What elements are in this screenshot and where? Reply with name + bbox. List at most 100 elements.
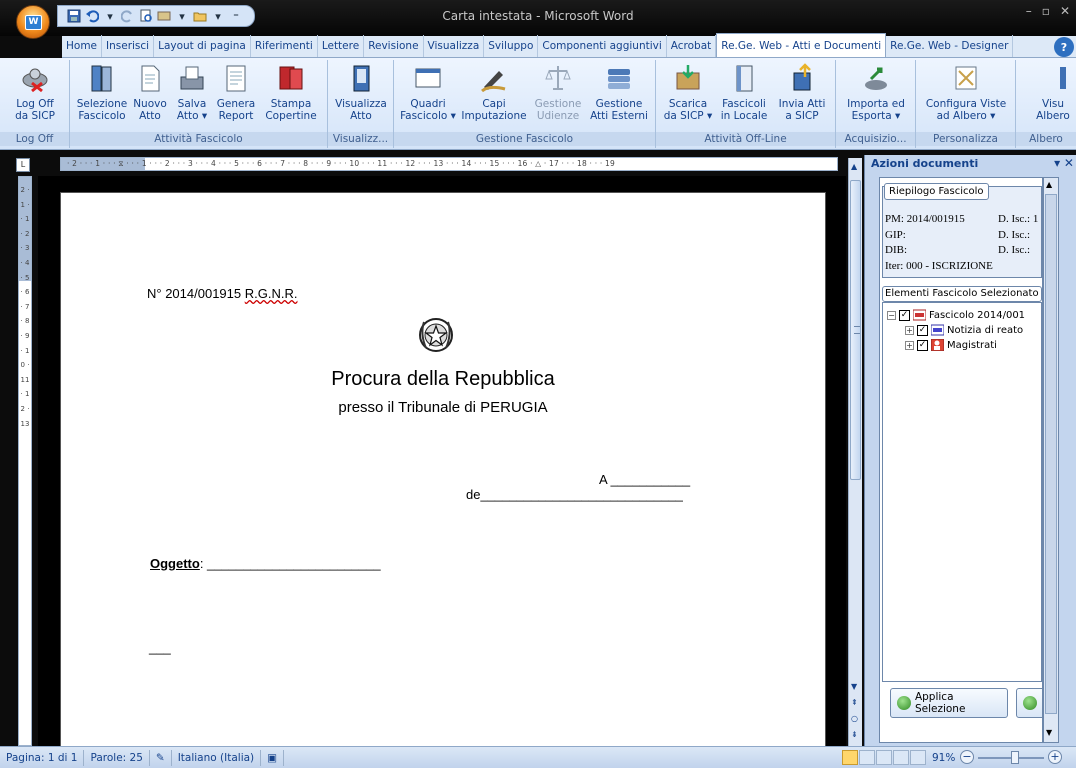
outline-view-icon[interactable]: [893, 750, 909, 765]
zoom-slider-knob[interactable]: [1011, 751, 1019, 764]
checkbox-checked-icon[interactable]: ✓: [917, 324, 928, 336]
expand-icon[interactable]: +: [905, 325, 914, 335]
rgnr-line[interactable]: N° 2014/001915 R.G.N.R.: [147, 286, 297, 301]
body-placeholder: ___: [149, 640, 171, 655]
applica-selezione-button[interactable]: Applica Selezione: [890, 688, 1008, 718]
next-page-icon[interactable]: ⇟: [851, 730, 858, 739]
visualizza-albero-button[interactable]: Visu Albero: [1030, 62, 1076, 130]
notizia-reato-icon: [931, 324, 944, 336]
recipient-line: A ___________: [599, 472, 691, 487]
page-count[interactable]: Pagina: 1 di 1: [0, 749, 85, 766]
scarica-sicp-button[interactable]: Scarica da SICP ▾: [660, 62, 716, 130]
tab-layout[interactable]: Layout di pagina: [154, 35, 251, 57]
tab-componenti[interactable]: Componenti aggiuntivi: [538, 35, 667, 57]
dropdown-arrow-icon[interactable]: ▾: [210, 8, 226, 24]
scroll-down-icon[interactable]: ▼: [1046, 728, 1052, 737]
zoom-level[interactable]: 91%: [932, 750, 955, 766]
layout-icon[interactable]: [156, 8, 172, 24]
group-label: Albero: [1016, 132, 1076, 146]
fascicolo-tree[interactable]: − ✓ Fascicolo 2014/001 + ✓ Notizia di re…: [882, 302, 1042, 682]
document-scrollbar[interactable]: ▲ ▼ ⇞ ○ ⇟: [848, 158, 862, 746]
republic-emblem-icon: [419, 318, 453, 352]
browse-object-icon[interactable]: ○: [851, 714, 858, 723]
selezione-fascicolo-button[interactable]: Selezione Fascicolo: [76, 62, 128, 130]
customize-qat-icon[interactable]: ⁼: [228, 8, 244, 24]
scroll-down-icon[interactable]: ▼: [851, 682, 857, 691]
iter-row: Iter: 000 - ISCRIZIONE: [885, 259, 993, 272]
horizontal-ruler[interactable]: · 2 · · · 1 · · · ⧖ · · · 1 · · · 2 · · …: [60, 157, 838, 171]
genera-report-button[interactable]: Genera Report: [214, 62, 258, 130]
tab-stop-selector[interactable]: L: [16, 158, 30, 172]
document-page[interactable]: N° 2014/001915 R.G.N.R. Procura della Re…: [60, 192, 826, 746]
view-buttons: [842, 750, 926, 765]
zoom-out-icon[interactable]: −: [960, 750, 974, 764]
tab-home[interactable]: Home: [62, 35, 103, 57]
secondary-action-button[interactable]: [1016, 688, 1042, 718]
report-icon: [220, 62, 252, 94]
tree-root[interactable]: − ✓ Fascicolo 2014/001: [887, 309, 1025, 321]
checkbox-checked-icon[interactable]: ✓: [917, 339, 928, 351]
nuovo-atto-button[interactable]: Nuovo Atto: [130, 62, 170, 130]
tree-child-magistrati[interactable]: + ✓ Magistrati: [905, 339, 997, 351]
dropdown-arrow-icon[interactable]: ▾: [174, 8, 190, 24]
visualizza-atto-button[interactable]: Visualizza Atto: [332, 62, 390, 130]
capi-imputazione-button[interactable]: Capi Imputazione: [461, 62, 527, 130]
importa-esporta-button[interactable]: Importa ed Esporta ▾: [840, 62, 912, 130]
configura-viste-button[interactable]: Configura Viste ad Albero ▾: [920, 62, 1012, 130]
print-preview-icon[interactable]: [138, 8, 154, 24]
stampa-copertine-button[interactable]: Stampa Copertine: [260, 62, 322, 130]
invia-atti-button[interactable]: Invia Atti a SICP: [774, 62, 830, 130]
tab-lettere[interactable]: Lettere: [318, 35, 365, 57]
full-screen-view-icon[interactable]: [859, 750, 875, 765]
tree-child-notizia[interactable]: + ✓ Notizia di reato: [905, 324, 1023, 336]
tab-designer[interactable]: Re.Ge. Web - Designer: [886, 35, 1014, 57]
tab-acrobat[interactable]: Acrobat: [667, 35, 717, 57]
dropdown-arrow-icon[interactable]: ▾: [102, 8, 118, 24]
word-window: – ▫ ✕ Carta intestata - Microsoft Word ▾…: [0, 0, 1076, 768]
checkbox-checked-icon[interactable]: ✓: [899, 309, 910, 321]
redo-icon[interactable]: [120, 8, 136, 24]
salva-atto-button[interactable]: Salva Atto ▾: [172, 62, 212, 130]
expand-icon[interactable]: +: [905, 340, 914, 350]
pane-scrollbar[interactable]: ▲ ▼: [1043, 177, 1059, 743]
previous-page-icon[interactable]: ⇞: [851, 698, 858, 707]
save-icon[interactable]: [66, 8, 82, 24]
scroll-up-icon[interactable]: ▲: [1046, 180, 1052, 189]
gestione-udienze-button[interactable]: Gestione Udienze: [530, 62, 586, 130]
grip-icon: [854, 326, 860, 334]
folder-icon[interactable]: [192, 8, 208, 24]
office-button[interactable]: W: [16, 5, 50, 39]
zoom-in-icon[interactable]: +: [1048, 750, 1062, 764]
macro-record[interactable]: ▣: [261, 749, 285, 766]
vertical-ruler[interactable]: 2 · 1 · · 1 · 2 · 3 · 4 · 5 · 6 · 7 · 8 …: [18, 176, 32, 746]
web-layout-view-icon[interactable]: [876, 750, 892, 765]
pane-scrollbar-thumb[interactable]: [1045, 194, 1057, 714]
window-panel-icon: [412, 62, 444, 94]
tab-inserisci[interactable]: Inserisci: [102, 35, 155, 57]
tab-revisione[interactable]: Revisione: [364, 35, 424, 57]
log-off-button[interactable]: Log Off da SICP: [4, 62, 66, 130]
language[interactable]: Italiano (Italia): [172, 749, 262, 766]
rgnr-suffix: R.G.N.R.: [244, 286, 298, 301]
scroll-up-icon[interactable]: ▲: [851, 162, 857, 171]
tab-visualizza[interactable]: Visualizza: [424, 35, 485, 57]
draft-view-icon[interactable]: [910, 750, 926, 765]
help-icon[interactable]: ?: [1054, 37, 1074, 57]
gestione-atti-esterni-button[interactable]: Gestione Atti Esterni: [588, 62, 650, 130]
collapse-icon[interactable]: −: [887, 310, 896, 320]
word-count[interactable]: Parole: 25: [84, 749, 150, 766]
tab-riferimenti[interactable]: Riferimenti: [251, 35, 318, 57]
pane-close-icon[interactable]: ▾ ✕: [1054, 156, 1074, 170]
group-albero: Visu Albero Albero: [1016, 60, 1076, 148]
tab-atti-documenti[interactable]: Re.Ge. Web - Atti e Documenti: [716, 33, 887, 57]
scrollbar-thumb[interactable]: [850, 180, 861, 480]
upload-icon: [786, 62, 818, 94]
fascicoli-locale-button[interactable]: Fascicoli in Locale: [718, 62, 770, 130]
undo-icon[interactable]: [84, 8, 100, 24]
proofing-status[interactable]: ✎: [150, 749, 172, 766]
elementi-label: Elementi Fascicolo Selezionato: [882, 286, 1042, 302]
print-layout-view-icon[interactable]: [842, 750, 858, 765]
office-logo-icon: W: [25, 15, 42, 30]
quadri-fascicolo-button[interactable]: Quadri Fascicolo ▾: [396, 62, 460, 130]
tab-sviluppo[interactable]: Sviluppo: [484, 35, 539, 57]
